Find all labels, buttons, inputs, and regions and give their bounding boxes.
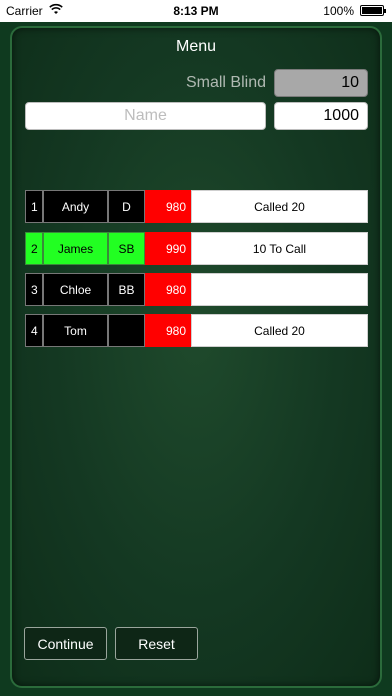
player-row[interactable]: 3 Chloe BB 980	[25, 273, 368, 306]
starting-stack-input[interactable]: 1000	[274, 102, 368, 130]
player-status	[191, 273, 368, 306]
small-blind-label: Small Blind	[185, 74, 266, 91]
position-badge	[108, 314, 145, 347]
player-name: Chloe	[43, 273, 108, 306]
small-blind-field[interactable]: 10	[274, 69, 368, 97]
player-status: Called 20	[191, 190, 368, 223]
status-bar: Carrier 8:13 PM 100%	[0, 0, 392, 22]
battery-percentage: 100%	[323, 4, 354, 18]
position-badge: D	[108, 190, 145, 223]
seat-number: 3	[25, 273, 43, 306]
continue-button[interactable]: Continue	[24, 627, 107, 660]
seat-number: 2	[25, 232, 43, 265]
player-stack: 990	[145, 232, 191, 265]
player-row[interactable]: 4 Tom 980 Called 20	[25, 314, 368, 347]
player-name: Tom	[43, 314, 108, 347]
player-status: Called 20	[191, 314, 368, 347]
player-status: 10 To Call	[191, 232, 368, 265]
player-name: Andy	[43, 190, 108, 223]
player-row[interactable]: 2 James SB 990 10 To Call	[25, 232, 368, 265]
player-row[interactable]: 1 Andy D 980 Called 20	[25, 190, 368, 223]
seat-number: 4	[25, 314, 43, 347]
player-stack: 980	[145, 190, 191, 223]
player-stack: 980	[145, 273, 191, 306]
reset-button[interactable]: Reset	[115, 627, 198, 660]
battery-icon	[360, 5, 386, 16]
position-badge: BB	[108, 273, 145, 306]
player-name-input[interactable]: Name	[25, 102, 266, 130]
player-stack: 980	[145, 314, 191, 347]
seat-number: 1	[25, 190, 43, 223]
position-badge: SB	[108, 232, 145, 265]
menu-button[interactable]: Menu	[10, 38, 382, 56]
player-name: James	[43, 232, 108, 265]
